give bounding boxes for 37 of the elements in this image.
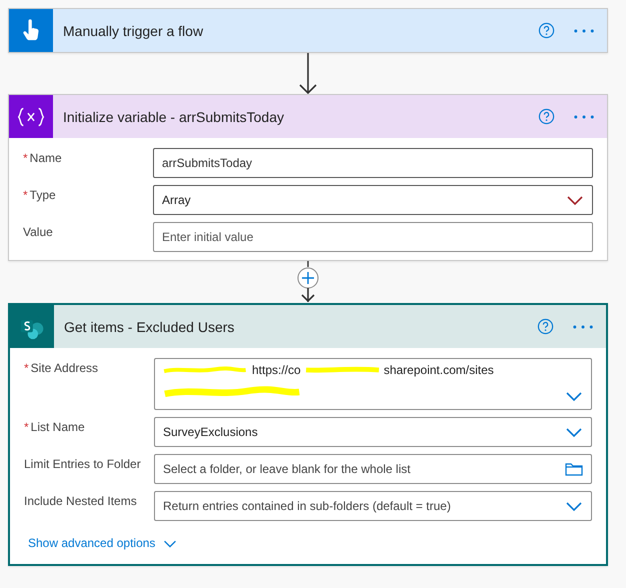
- more-options-icon[interactable]: [572, 324, 594, 330]
- field-label: Name: [30, 151, 62, 165]
- folder-icon: [565, 462, 583, 476]
- required-asterisk: *: [23, 151, 28, 165]
- hand-pointer-icon: [21, 18, 41, 42]
- field-label: List Name: [30, 420, 85, 434]
- field-label: Value: [23, 224, 54, 239]
- site-address-text: https://co: [252, 363, 301, 377]
- input-field[interactable]: Enter initial value: [153, 222, 593, 252]
- field-label: Limit Entries to Folder: [24, 456, 142, 471]
- help-icon[interactable]: [538, 22, 555, 39]
- required-asterisk: *: [24, 420, 29, 434]
- dropdown[interactable]: Return entries contained in sub-folders (default = true): [154, 491, 592, 521]
- dropdown[interactable]: https://co sharepoint.com/sites: [154, 358, 592, 410]
- action-title: Manually trigger a flow: [62, 22, 204, 38]
- action-card[interactable]: Initialize variable - arrSubmitsToday * Name arrSubmitsToday * Type Array Value Enter initial value: [8, 94, 608, 261]
- down-arrow: [298, 53, 318, 94]
- more-options-icon[interactable]: [573, 114, 595, 120]
- dropdown[interactable]: Array: [153, 185, 593, 215]
- curly-braces-x-icon: [17, 106, 45, 126]
- site-address-text: sharepoint.com/sites: [384, 363, 494, 377]
- advanced-options-link[interactable]: Show advanced options: [28, 536, 156, 550]
- more-options-icon[interactable]: [573, 28, 595, 34]
- help-icon[interactable]: [538, 108, 555, 125]
- action-card[interactable]: [8, 303, 608, 566]
- folder-picker[interactable]: Select a folder, or leave blank for the whole list: [154, 454, 592, 484]
- field-label: Site Address: [30, 361, 98, 375]
- action-title: Get items - Excluded Users: [63, 318, 236, 334]
- dropdown[interactable]: SurveyExclusions: [154, 417, 592, 447]
- input-field[interactable]: arrSubmitsToday: [153, 148, 593, 178]
- action-title: Initialize variable - arrSubmitsToday: [62, 108, 285, 124]
- required-asterisk: *: [24, 361, 29, 375]
- required-asterisk: *: [23, 188, 28, 202]
- action-card[interactable]: Manually trigger a flow: [8, 8, 608, 53]
- field-label: Type: [30, 188, 56, 202]
- field-label: Include Nested Items: [24, 493, 138, 508]
- help-icon[interactable]: [537, 318, 554, 335]
